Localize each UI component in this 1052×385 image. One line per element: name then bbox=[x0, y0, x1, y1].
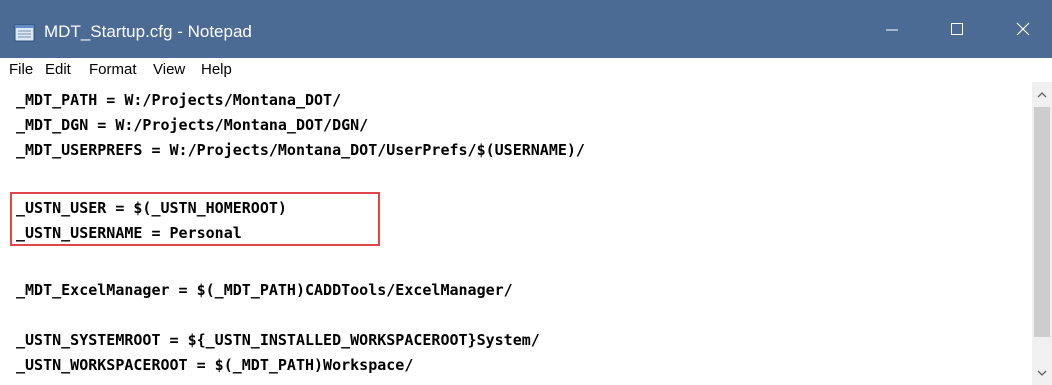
code-line: _MDT_PATH = W:/Projects/Montana_DOT/ bbox=[16, 91, 342, 109]
menu-edit[interactable]: Edit bbox=[45, 61, 71, 79]
menu-file[interactable]: File bbox=[9, 61, 33, 79]
code-line: _USTN_SYSTEMROOT = ${_USTN_INSTALLED_WOR… bbox=[16, 331, 540, 349]
minimize-button[interactable] bbox=[864, 0, 920, 58]
code-line: _MDT_DGN = W:/Projects/Montana_DOT/DGN/ bbox=[16, 116, 369, 134]
scroll-up-button[interactable] bbox=[1032, 82, 1052, 106]
menu-bar: File Edit Format View Help bbox=[0, 58, 1052, 82]
minimize-icon bbox=[886, 29, 898, 31]
close-button[interactable] bbox=[995, 0, 1051, 58]
code-line: _USTN_WORKSPACEROOT = $(_MDT_PATH)Worksp… bbox=[16, 356, 414, 374]
scroll-down-button[interactable] bbox=[1032, 363, 1052, 385]
scrollbar-thumb[interactable] bbox=[1034, 107, 1050, 337]
text-editor-area[interactable]: _MDT_PATH = W:/Projects/Montana_DOT/ _MD… bbox=[0, 82, 1032, 385]
menu-help[interactable]: Help bbox=[201, 61, 232, 79]
vertical-scrollbar[interactable] bbox=[1032, 82, 1052, 385]
scroll-down-arrow-icon bbox=[1037, 370, 1047, 376]
scroll-up-arrow-icon bbox=[1037, 92, 1047, 98]
menu-format[interactable]: Format bbox=[89, 61, 137, 79]
code-line: _MDT_USERPREFS = W:/Projects/Montana_DOT… bbox=[16, 141, 585, 159]
notepad-window: MDT_Startup.cfg - Notepad File Edit Form… bbox=[0, 0, 1052, 385]
highlight-annotation-box bbox=[10, 192, 380, 246]
title-bar[interactable]: MDT_Startup.cfg - Notepad bbox=[0, 0, 1052, 58]
maximize-icon bbox=[951, 23, 963, 35]
code-line: _MDT_ExcelManager = $(_MDT_PATH)CADDTool… bbox=[16, 281, 513, 299]
notepad-icon[interactable] bbox=[14, 23, 36, 42]
close-icon bbox=[1016, 22, 1030, 36]
maximize-button[interactable] bbox=[929, 0, 985, 58]
window-title: MDT_Startup.cfg - Notepad bbox=[44, 22, 252, 41]
menu-view[interactable]: View bbox=[153, 61, 185, 79]
